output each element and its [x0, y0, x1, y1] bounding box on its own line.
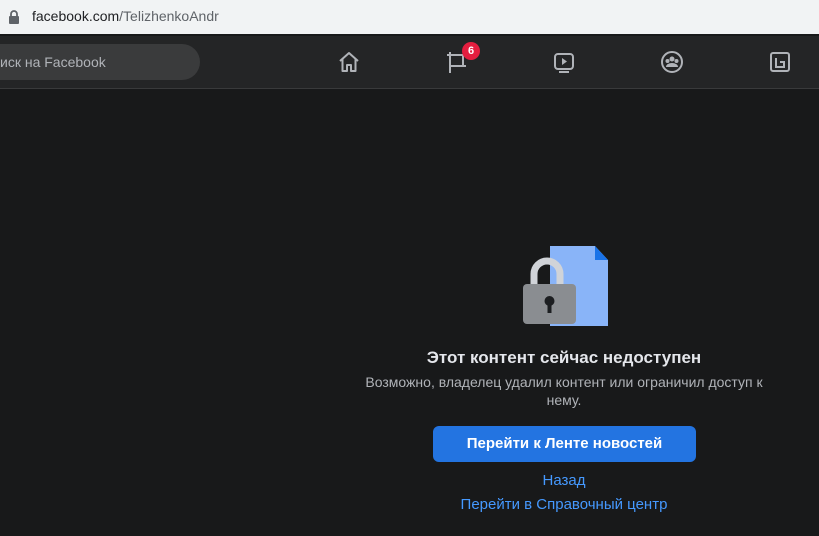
- notifications-badge: 6: [462, 42, 480, 60]
- url-bar[interactable]: facebook.com/TelizhenkoAndr: [0, 0, 819, 34]
- unavailable-content-panel: Этот контент сейчас недоступен Возможно,…: [0, 89, 819, 536]
- url-path: /TelizhenkoAndr: [119, 8, 219, 24]
- lock-icon: [8, 10, 20, 29]
- url-domain: facebook.com: [32, 8, 120, 24]
- url-text[interactable]: facebook.com/TelizhenkoAndr: [32, 8, 219, 24]
- gaming-icon[interactable]: [766, 48, 794, 76]
- go-to-news-feed-button[interactable]: Перейти к Ленте новостей: [433, 426, 696, 462]
- page-description: Возможно, владелец удалил контент или ог…: [365, 374, 763, 408]
- back-link[interactable]: Назад: [364, 472, 764, 489]
- help-center-link[interactable]: Перейти в Справочный центр: [364, 496, 764, 513]
- search-placeholder: иск на Facebook: [0, 54, 106, 70]
- search-input[interactable]: иск на Facebook: [0, 44, 200, 80]
- page-title: Этот контент сейчас недоступен: [426, 348, 702, 367]
- home-icon[interactable]: [335, 48, 363, 76]
- watch-video-icon[interactable]: [550, 48, 578, 76]
- locked-document-icon: [520, 244, 610, 334]
- browser-address-bar: facebook.com/TelizhenkoAndr: [0, 0, 819, 34]
- groups-icon[interactable]: [658, 48, 686, 76]
- top-navigation: иск на Facebook: [0, 36, 819, 89]
